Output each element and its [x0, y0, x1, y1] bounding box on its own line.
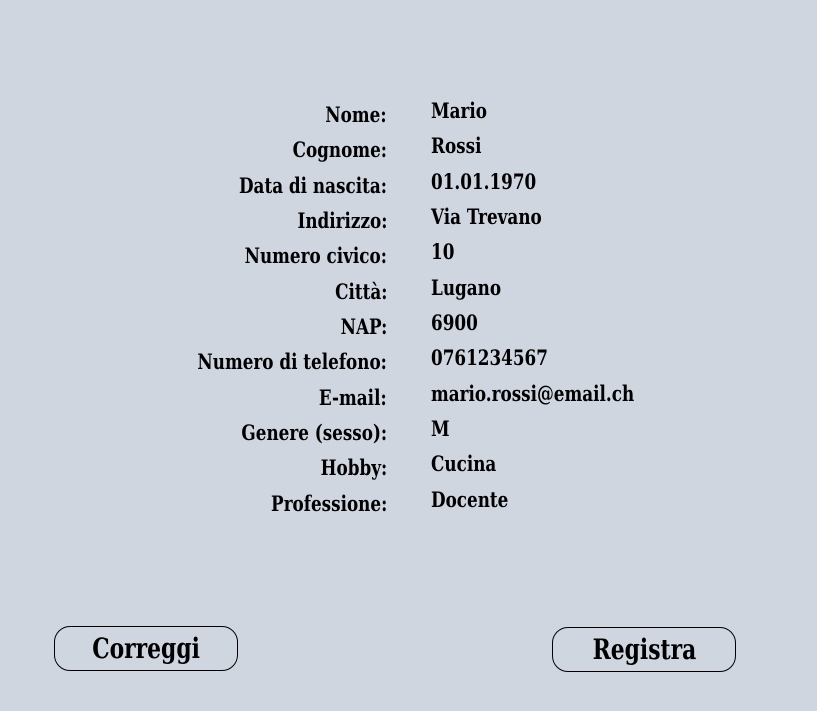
field-value-genere: M [431, 416, 450, 441]
summary-row-nap: NAP: 6900 [0, 306, 817, 341]
field-value-email: mario.rossi@email.ch [431, 381, 635, 406]
summary-row-professione: Professione: Docente [0, 483, 817, 518]
summary-row-telefono: Numero di telefono: 0761234567 [0, 341, 817, 376]
field-value-numero-civico: 10 [431, 239, 455, 264]
field-value-nap: 6900 [431, 310, 478, 335]
summary-row-email: E-mail: mario.rossi@email.ch [0, 377, 817, 412]
summary-row-indirizzo: Indirizzo: Via Trevano [0, 200, 817, 235]
summary-row-genere: Genere (sesso): M [0, 412, 817, 447]
registra-button[interactable]: Registra [552, 627, 736, 672]
summary-row-nome: Nome: Mario [0, 94, 817, 129]
field-value-professione: Docente [431, 487, 509, 512]
correggi-button-label: Correggi [92, 632, 200, 665]
summary-row-hobby: Hobby: Cucina [0, 447, 817, 482]
correggi-button[interactable]: Correggi [54, 626, 238, 671]
registra-button-label: Registra [592, 633, 696, 666]
field-value-indirizzo: Via Trevano [431, 204, 542, 229]
field-value-cognome: Rossi [431, 133, 482, 158]
summary-row-citta: Città: Lugano [0, 271, 817, 306]
field-value-citta: Lugano [431, 275, 502, 300]
field-value-data-nascita: 01.01.1970 [431, 169, 537, 194]
summary-row-data-nascita: Data di nascita: 01.01.1970 [0, 165, 817, 200]
field-value-hobby: Cucina [431, 451, 497, 476]
summary-row-numero-civico: Numero civico: 10 [0, 235, 817, 270]
field-label-professione: Professione: [270, 491, 387, 516]
field-value-telefono: 0761234567 [431, 345, 548, 370]
summary-row-cognome: Cognome: Rossi [0, 129, 817, 164]
field-value-nome: Mario [431, 98, 487, 123]
